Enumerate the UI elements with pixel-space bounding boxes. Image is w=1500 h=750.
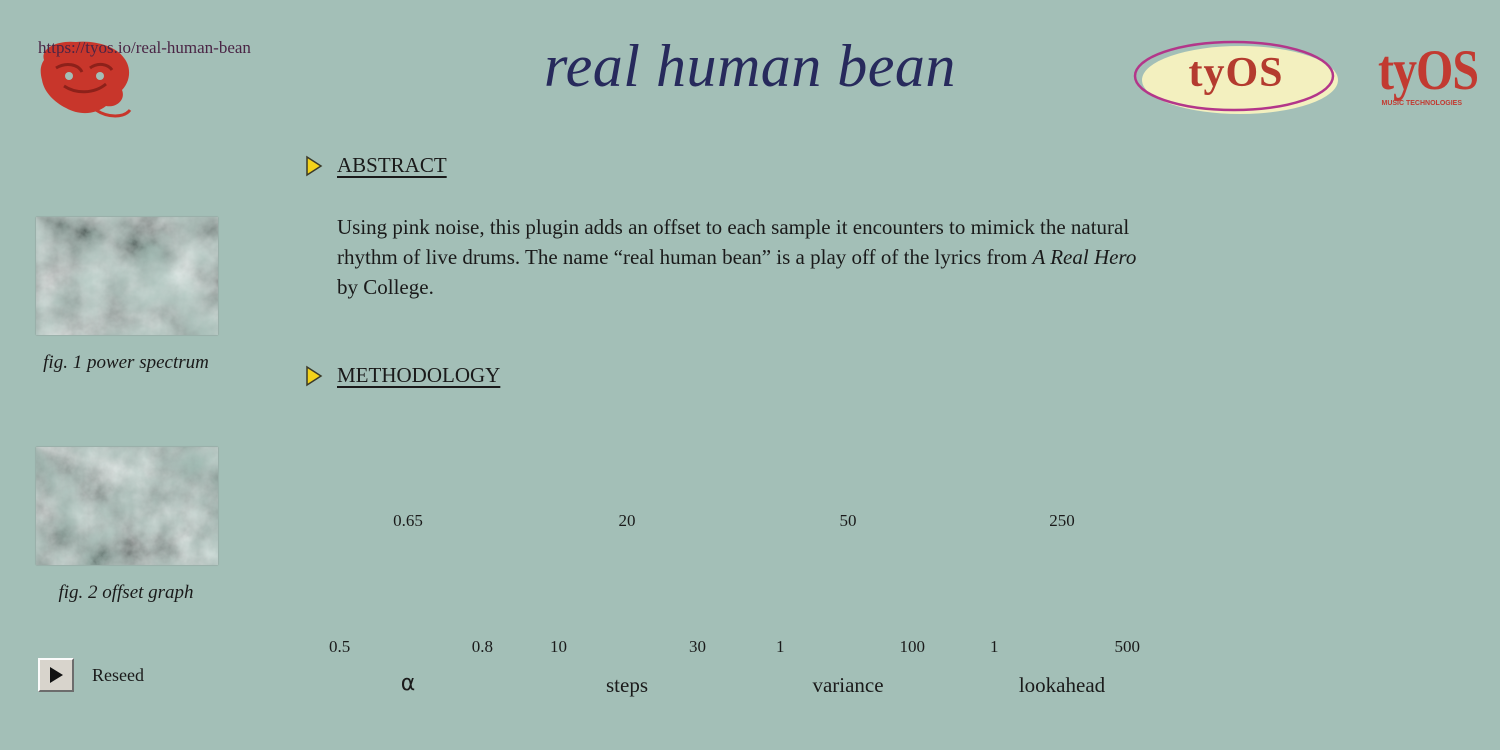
variance-label: variance	[812, 673, 884, 697]
steps-max: 30	[689, 637, 706, 656]
steps-label: steps	[606, 673, 648, 697]
play-icon	[50, 667, 63, 683]
abstract-heading[interactable]: ABSTRACT	[337, 153, 447, 178]
expand-arrow-icon[interactable]	[305, 155, 323, 177]
reseed-button[interactable]	[38, 658, 74, 692]
tyos-brand-logo: tyOS MUSIC TECHNOLOGIES	[1378, 38, 1479, 114]
variance-min: 1	[776, 637, 785, 656]
lookahead-max: 500	[1114, 637, 1141, 656]
song-title: A Real Hero	[1032, 245, 1137, 269]
methodology-heading[interactable]: METHODOLOGY	[337, 363, 500, 388]
lookahead-label: lookahead	[1018, 673, 1106, 697]
steps-min: 10	[550, 637, 567, 656]
alpha-label: α	[400, 671, 416, 696]
lookahead-value: 250	[1049, 511, 1075, 530]
reseed-label: Reseed	[92, 665, 144, 685]
tyos-brand-logo-text: tyOS	[1378, 38, 1479, 103]
expand-arrow-icon[interactable]	[305, 365, 323, 387]
abstract-text-end: by College.	[337, 275, 434, 299]
offset-graph-figure	[36, 447, 218, 565]
steps-value: 20	[618, 511, 636, 530]
tyos-oval-logo-text: tyOS	[1188, 50, 1284, 96]
lookahead-min: 1	[990, 637, 999, 656]
alpha-min: 0.5	[329, 637, 351, 656]
figure-2-caption: fig. 2 offset graph	[58, 582, 194, 603]
variance-max: 100	[899, 637, 926, 656]
alpha-value: 0.65	[393, 511, 423, 530]
alpha-max: 0.8	[471, 637, 493, 656]
abstract-text: Using pink noise, this plugin adds an of…	[337, 212, 1147, 302]
figure-1-caption: fig. 1 power spectrum	[43, 352, 209, 373]
variance-value: 50	[839, 511, 857, 530]
abstract-text-body: Using pink noise, this plugin adds an of…	[337, 215, 1130, 269]
power-spectrum-figure	[36, 217, 218, 335]
